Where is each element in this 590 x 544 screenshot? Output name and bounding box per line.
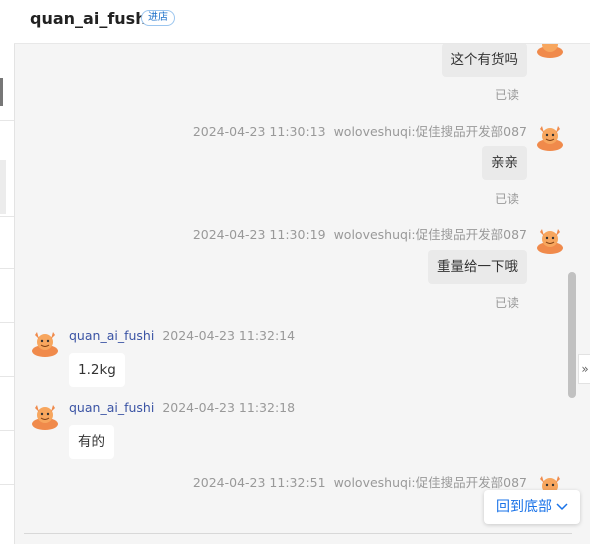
avatar (537, 229, 563, 254)
back-to-bottom-button[interactable]: 回到底部 (484, 490, 580, 524)
enter-shop-button[interactable]: 进店 (141, 10, 175, 26)
chevron-down-icon (556, 503, 568, 511)
message-bubble: 这个有货吗 (441, 44, 527, 77)
scrollbar-thumb[interactable] (568, 272, 576, 398)
sidebar-divider (0, 484, 14, 485)
message-meta: quan_ai_fushi 2024-04-23 11:32:18 (69, 400, 295, 415)
message-time: 2024-04-23 11:32:51 (192, 475, 326, 490)
read-status: 已读 (494, 88, 519, 102)
message-bubble: 1.2kg (69, 353, 125, 387)
avatar (537, 126, 563, 151)
avatar (537, 44, 563, 58)
avatar (32, 332, 58, 357)
sidebar-divider (0, 120, 14, 121)
left-sidebar-edge (0, 0, 15, 544)
avatar (32, 405, 58, 430)
back-to-bottom-label: 回到底部 (496, 499, 552, 515)
sidebar-divider (0, 376, 14, 377)
message-sender[interactable]: quan_ai_fushi (69, 400, 154, 415)
message-meta: 2024-04-23 11:30:13 woloveshuqi:促佳搜品开发部08… (193, 121, 527, 140)
message-time: 2024-04-23 11:32:14 (162, 328, 296, 343)
message-sender: woloveshuqi:促佳搜品开发部087 (333, 227, 527, 242)
sidebar-divider (0, 268, 14, 269)
expand-panel-icon[interactable]: » (578, 354, 590, 384)
message-time: 2024-04-23 11:30:13 (192, 124, 326, 139)
message-list: 这个有货吗 已读 2024-04-23 11:30:13 woloveshuqi:… (14, 44, 571, 534)
message-meta: quan_ai_fushi 2024-04-23 11:32:14 (69, 328, 295, 343)
read-status: 已读 (494, 192, 519, 206)
message-time: 2024-04-23 11:32:18 (162, 400, 296, 415)
shop-name: quan_ai_fushi (30, 9, 153, 28)
message-meta: 2024-04-23 11:32:51 woloveshuqi:促佳搜品开发部08… (193, 472, 527, 491)
message-sender[interactable]: quan_ai_fushi (69, 328, 154, 343)
sidebar-divider (0, 322, 14, 323)
message-sender: woloveshuqi:促佳搜品开发部087 (333, 124, 527, 139)
input-divider (24, 533, 572, 534)
message-bubble: 亲亲 (482, 146, 527, 180)
sidebar-edge-marker (0, 78, 3, 106)
message-meta: 2024-04-23 11:30:19 woloveshuqi:促佳搜品开发部08… (193, 224, 527, 243)
sidebar-divider (0, 430, 14, 431)
chat-header: quan_ai_fushi 进店 (14, 0, 590, 44)
message-bubble: 重量给一下哦 (428, 250, 527, 284)
read-status: 已读 (494, 296, 519, 310)
sidebar-divider (0, 216, 14, 217)
sidebar-selected-edge (0, 160, 6, 214)
message-bubble: 有的 (69, 425, 114, 459)
message-time: 2024-04-23 11:30:19 (192, 227, 326, 242)
message-sender: woloveshuqi:促佳搜品开发部087 (333, 475, 527, 490)
